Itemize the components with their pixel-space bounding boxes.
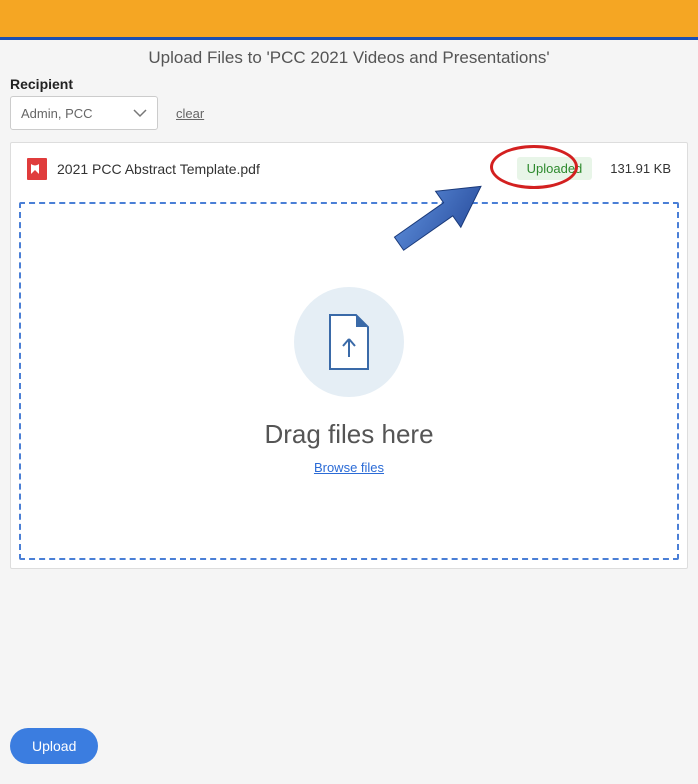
clear-link[interactable]: clear xyxy=(176,106,204,121)
recipient-selected-value: Admin, PCC xyxy=(21,106,93,121)
recipient-row: Admin, PCC clear xyxy=(10,96,688,130)
drop-zone[interactable]: Drag files here Browse files xyxy=(19,202,679,560)
uploaded-file-row: 2021 PCC Abstract Template.pdf Uploaded … xyxy=(11,143,687,194)
browse-files-link[interactable]: Browse files xyxy=(314,460,384,475)
main-content: Upload Files to 'PCC 2021 Videos and Pre… xyxy=(0,40,698,569)
page-title: Upload Files to 'PCC 2021 Videos and Pre… xyxy=(10,48,688,68)
drag-files-text: Drag files here xyxy=(264,419,433,450)
file-size: 131.91 KB xyxy=(610,161,671,176)
drop-circle xyxy=(294,287,404,397)
recipient-label: Recipient xyxy=(10,76,688,92)
pdf-icon xyxy=(27,158,47,180)
top-banner xyxy=(0,0,698,40)
recipient-select[interactable]: Admin, PCC xyxy=(10,96,158,130)
upload-button[interactable]: Upload xyxy=(10,728,98,764)
file-upload-card: 2021 PCC Abstract Template.pdf Uploaded … xyxy=(10,142,688,569)
document-upload-icon xyxy=(326,313,372,371)
chevron-down-icon xyxy=(133,108,147,118)
status-badge: Uploaded xyxy=(517,157,593,180)
file-name: 2021 PCC Abstract Template.pdf xyxy=(57,161,507,177)
